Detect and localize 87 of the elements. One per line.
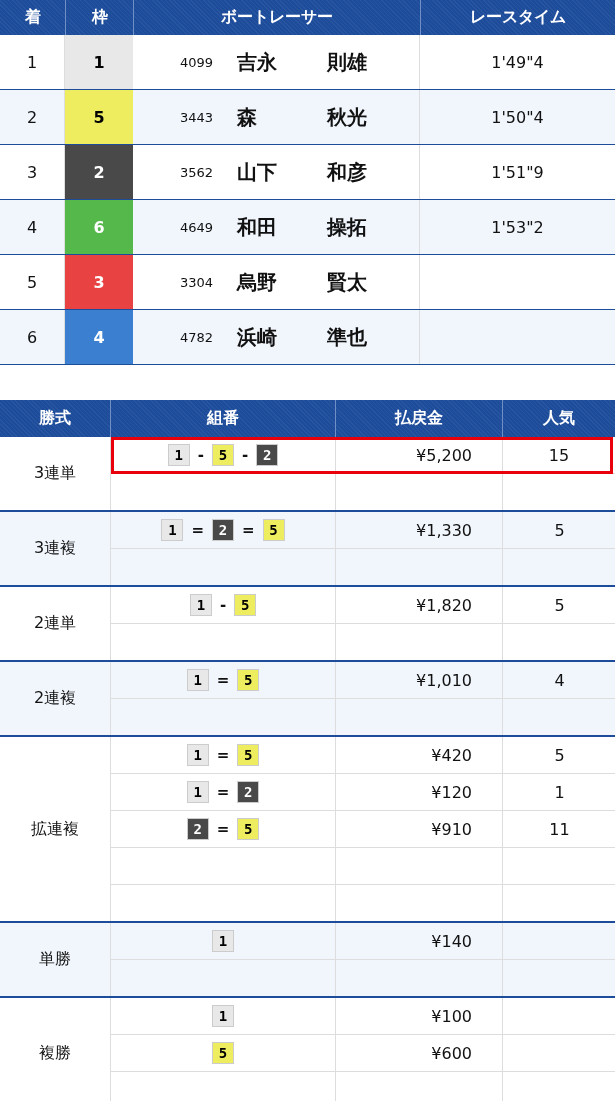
combo-separator: - [242, 446, 249, 464]
frame-number: 5 [237, 818, 260, 840]
bet-type: 3連単 [33, 463, 77, 484]
popularity-rank: 5 [554, 745, 565, 765]
race-time: 1'51"9 [490, 161, 545, 184]
popularity-rank: 5 [554, 595, 565, 615]
bet-type: 3連複 [33, 538, 77, 559]
popularity-rank: 1 [554, 782, 565, 802]
payout-amount: ¥120 [431, 782, 472, 802]
column-header: 人気 [502, 400, 615, 437]
column-header: 勝式 [38, 407, 72, 429]
frame-number: 1 [65, 35, 133, 89]
bet-type: 複勝 [39, 1042, 71, 1064]
popularity-rank: 4 [554, 670, 565, 690]
race-time: 1'53"2 [490, 216, 545, 239]
frame-number: 5 [212, 444, 234, 466]
racer-surname: 和田 [237, 213, 278, 241]
frame-number: 4 [65, 310, 133, 364]
race-time: 1'49"4 [490, 51, 545, 74]
payout-amount: ¥910 [431, 819, 472, 839]
combo-separator: = [216, 820, 230, 838]
payout-amount: ¥1,330 [416, 520, 472, 540]
frame-number: 5 [237, 669, 260, 691]
frame-number: 5 [234, 594, 257, 616]
frame-number: 5 [237, 744, 260, 766]
combo-separator: = [216, 783, 230, 801]
frame-number: 5 [65, 90, 133, 144]
popularity-rank: 15 [548, 445, 570, 465]
frame-number: 1 [186, 744, 209, 766]
racer-id: 3562 [180, 164, 215, 180]
frame-number: 2 [237, 781, 260, 803]
combo-separator: - [219, 596, 227, 614]
frame-number: 1 [161, 519, 184, 541]
payout-amount: ¥100 [431, 1006, 472, 1026]
frame-number: 5 [262, 519, 285, 541]
payout-amount: ¥600 [431, 1043, 472, 1063]
frame-number: 1 [189, 594, 212, 616]
frame-number: 2 [65, 145, 133, 199]
racer-id: 4782 [180, 329, 215, 345]
frame-number: 1 [186, 781, 209, 803]
column-header: 組番 [110, 400, 335, 437]
combo-separator: - [197, 446, 204, 464]
frame-number: 1 [212, 1005, 234, 1027]
racer-surname: 烏野 [237, 268, 278, 296]
racer-id: 4099 [180, 54, 215, 70]
column-header: レースタイム [420, 0, 615, 35]
racer-id: 3304 [180, 274, 215, 290]
frame-number: 1 [186, 669, 209, 691]
payout-amount: ¥1,820 [416, 595, 472, 615]
payout-amount: ¥420 [431, 745, 472, 765]
racer-given-name: 賢太 [327, 268, 367, 296]
racer-id: 4649 [180, 219, 215, 235]
frame-number: 2 [256, 444, 279, 466]
payout-amount: ¥140 [431, 931, 472, 951]
frame-number: 2 [212, 519, 234, 541]
bet-type: 2連複 [33, 688, 77, 709]
frame-number: 3 [65, 255, 133, 309]
racer-given-name: 操拓 [327, 213, 367, 241]
popularity-rank: 5 [554, 520, 565, 540]
column-header: 払戻金 [335, 400, 502, 437]
racer-given-name: 和彦 [327, 158, 367, 186]
racer-id: 3443 [180, 109, 215, 125]
racer-surname: 吉永 [237, 48, 278, 76]
combo-separator: = [216, 671, 230, 689]
racer-surname: 山下 [237, 158, 278, 186]
racer-given-name: 準也 [327, 323, 367, 351]
racer-given-name: 秋光 [327, 103, 367, 131]
payout-amount: ¥5,200 [416, 445, 472, 465]
frame-number: 6 [65, 200, 133, 254]
race-time: 1'50"4 [490, 106, 545, 129]
racer-surname: 森 [237, 103, 258, 131]
column-header: 着 [23, 6, 42, 28]
combo-separator: = [216, 746, 230, 764]
combo-separator: = [242, 521, 255, 539]
bet-type: 拡連複 [31, 818, 79, 840]
column-header: ボートレーサー [133, 0, 420, 35]
racer-surname: 浜崎 [237, 323, 278, 351]
bet-type: 2連単 [33, 613, 77, 634]
frame-number: 1 [212, 930, 234, 952]
bet-type: 単勝 [39, 949, 71, 970]
frame-number: 5 [212, 1042, 234, 1064]
frame-number: 2 [186, 818, 209, 840]
combo-separator: = [191, 521, 204, 539]
racer-given-name: 則雄 [327, 48, 367, 76]
popularity-rank: 11 [549, 819, 570, 839]
payout-amount: ¥1,010 [416, 670, 472, 690]
frame-number: 1 [167, 444, 190, 466]
